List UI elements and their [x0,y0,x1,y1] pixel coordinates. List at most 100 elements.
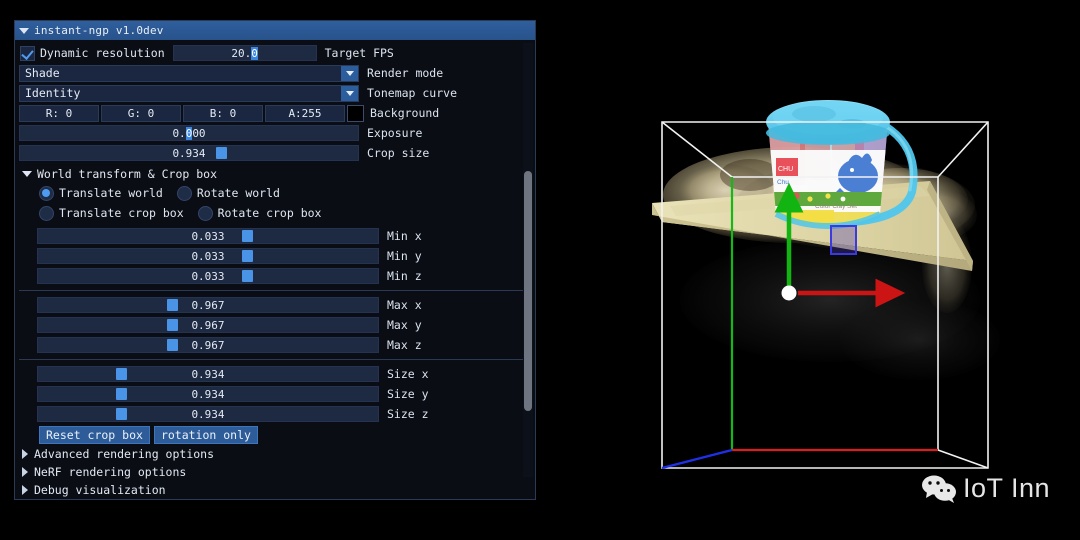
max-z-slider-grab[interactable] [167,339,179,351]
section-advanced-rendering-options-label: Advanced rendering options [34,447,215,461]
section-nerf-rendering-options[interactable]: NeRF rendering options [17,463,533,481]
window-title: instant-ngp v1.0dev [34,24,164,37]
row-min-z: 0.033 Min z [17,266,533,286]
background-channel-a[interactable]: A:255 [265,104,345,122]
min-y-slider[interactable]: 0.033 [37,248,379,264]
chevron-down-icon[interactable] [341,65,358,81]
divider-max-size [19,359,531,360]
viewport-canvas[interactable]: CHU Chu Color Clay Set [600,0,1080,540]
radio-translate-world[interactable] [39,185,54,201]
max-z-slider[interactable]: 0.967 [37,337,379,353]
row-size-x: 0.934 Size x [17,364,533,384]
size-y-slider-grab[interactable] [116,388,128,400]
row-max-y: 0.967 Max y [17,315,533,335]
radio-translate-world-label: Translate world [59,186,163,200]
min-y-value: 0.033 [191,249,225,263]
size-x-slider[interactable]: 0.934 [37,366,379,382]
max-y-slider-grab[interactable] [167,319,179,331]
min-x-slider[interactable]: 0.033 [37,228,379,244]
max-x-value: 0.967 [191,298,225,312]
triangle-right-icon[interactable] [22,467,28,477]
window-resize-grip[interactable] [522,486,534,498]
window-title-bar[interactable]: instant-ngp v1.0dev [15,21,535,40]
vertical-scrollbar[interactable] [523,43,533,477]
radio-translate-crop-box[interactable] [39,205,54,221]
dynamic-resolution-checkbox[interactable] [20,45,35,61]
background-color-swatch[interactable] [347,104,364,122]
row-exposure: 0.000 Exposure [17,123,533,143]
row-transform-mode-1: Translate world Rotate world [17,183,533,203]
background-channel-r[interactable]: R: 0 [19,104,99,122]
triangle-down-icon[interactable] [22,171,32,177]
row-min-x: 0.033 Min x [17,226,533,246]
tonemap-curve-combo[interactable]: Identity [19,84,359,102]
row-size-y: 0.934 Size y [17,384,533,404]
instant-ngp-control-window[interactable]: instant-ngp v1.0dev Dynamic resolution 2… [14,20,536,500]
max-y-label: Max y [387,318,422,332]
target-fps-label: Target FPS [324,46,394,60]
chevron-down-icon[interactable] [341,85,358,101]
section-advanced-rendering-options[interactable]: Advanced rendering options [17,445,533,463]
target-fps-caret: 0 [251,46,258,60]
size-y-slider[interactable]: 0.934 [37,386,379,402]
svg-text:CHU: CHU [778,166,793,173]
triangle-right-icon[interactable] [22,449,28,459]
max-x-slider[interactable]: 0.967 [37,297,379,313]
dynamic-resolution-label: Dynamic resolution [40,46,165,60]
triangle-down-icon[interactable] [19,27,29,34]
min-z-slider[interactable]: 0.033 [37,268,379,284]
gizmo-origin-dot [781,285,797,301]
svg-text:Color Clay Set: Color Clay Set [815,203,857,210]
divider-min-max [19,290,531,291]
background-label: Background [370,106,440,120]
exposure-value-tail: 00 [192,126,206,140]
exposure-label: Exposure [367,126,423,140]
scrollbar-thumb[interactable] [524,171,532,411]
row-max-x: 0.967 Max x [17,295,533,315]
min-x-label: Min x [387,229,422,243]
min-z-label: Min z [387,269,422,283]
section-debug-visualization-label: Debug visualization [34,483,166,497]
size-z-slider[interactable]: 0.934 [37,406,379,422]
render-mode-label: Render mode [367,66,444,80]
radio-rotate-world-label: Rotate world [196,186,280,200]
nerf-render-viewport[interactable]: CHU Chu Color Clay Set IoT Inn [600,0,1080,540]
world-transform-header-label: World transform & Crop box [37,167,218,181]
min-z-value: 0.033 [191,269,225,283]
max-y-slider[interactable]: 0.967 [37,317,379,333]
size-x-slider-grab[interactable] [116,368,128,380]
row-min-y: 0.033 Min y [17,246,533,266]
tonemap-curve-value: Identity [25,86,81,100]
row-max-z: 0.967 Max z [17,335,533,355]
max-z-value: 0.967 [191,338,225,352]
row-size-z: 0.934 Size z [17,404,533,424]
radio-rotate-world[interactable] [176,185,192,201]
row-crop-buttons: Reset crop box rotation only [17,425,533,445]
crop-size-slider-grab[interactable] [216,147,228,159]
radio-rotate-crop-box[interactable] [197,205,213,221]
exposure-slider[interactable]: 0.000 [19,125,359,141]
triangle-right-icon[interactable] [22,485,28,495]
background-channel-g[interactable]: G: 0 [101,104,181,122]
rotation-only-button[interactable]: rotation only [153,426,258,444]
target-fps-input[interactable]: 20.0 [172,45,317,61]
screen-root: CHU Chu Color Clay Set IoT Inn instant-n… [0,0,1080,540]
row-background: R: 0 G: 0 B: 0 A:255 Background [17,103,533,123]
reset-crop-box-button[interactable]: Reset crop box [39,426,150,444]
row-tonemap-curve: Identity Tonemap curve [17,83,533,103]
max-z-label: Max z [387,338,422,352]
background-channel-b[interactable]: B: 0 [183,104,263,122]
row-transform-mode-2: Translate crop box Rotate crop box [17,203,533,223]
watermark-text: IoT Inn [962,473,1050,503]
size-z-slider-grab[interactable] [116,408,128,420]
min-z-slider-grab[interactable] [242,270,253,282]
min-x-slider-grab[interactable] [242,230,253,242]
max-x-slider-grab[interactable] [167,299,179,311]
section-debug-visualization[interactable]: Debug visualization [17,481,533,499]
world-transform-header[interactable]: World transform & Crop box [17,165,533,183]
crop-size-slider[interactable]: 0.934 [19,145,359,161]
render-mode-combo[interactable]: Shade [19,64,359,82]
min-x-value: 0.033 [191,229,225,243]
exposure-value-head: 0. [172,126,186,140]
min-y-slider-grab[interactable] [242,250,253,262]
